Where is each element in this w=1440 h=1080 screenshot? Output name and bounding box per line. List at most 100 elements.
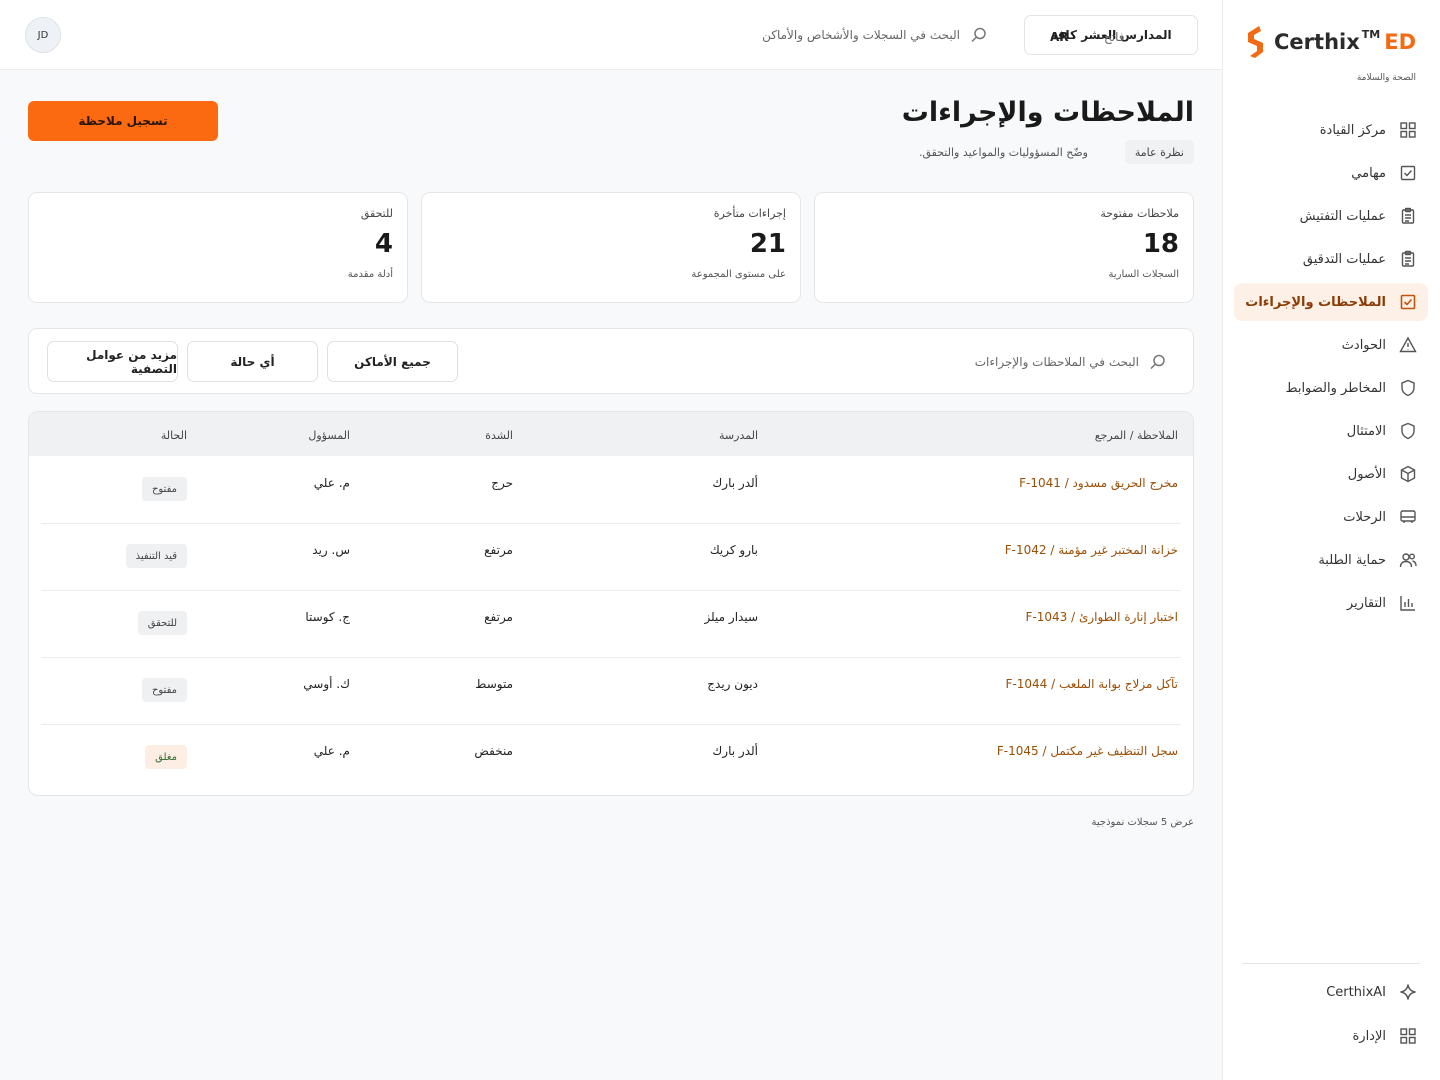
table-row[interactable]: مخرج الحريق مسدود / F-1041 ألدر بارك حرج… bbox=[41, 457, 1181, 524]
sidebar-footer-admin: الإدارة bbox=[1234, 1017, 1428, 1060]
brand-tm: TM bbox=[1361, 27, 1381, 41]
column-header-finding[interactable]: الملاحظة / المرجع bbox=[1095, 429, 1178, 442]
finding-reference-link[interactable]: مخرج الحريق مسدود / F-1041 bbox=[1019, 476, 1178, 490]
sidebar-item-risks-controls[interactable]: المخاطر والضوابط bbox=[1234, 369, 1428, 407]
filter-bar: البحث في الملاحظات والإجراءات جميع الأما… bbox=[28, 328, 1194, 394]
search-icon bbox=[970, 26, 988, 44]
sidebar-item-label: الملاحظات والإجراءات bbox=[1245, 294, 1386, 310]
search-icon bbox=[1149, 353, 1167, 371]
avatar[interactable]: JD bbox=[25, 17, 61, 53]
clipboard-list-icon bbox=[1398, 249, 1418, 269]
sidebar-item-findings-actions[interactable]: الملاحظات والإجراءات bbox=[1234, 283, 1428, 321]
finding-reference-link[interactable]: تآكل مزلاج بوابة الملعب / F-1044 bbox=[1006, 677, 1178, 691]
sidebar-item-admin[interactable]: الإدارة bbox=[1234, 1017, 1428, 1055]
kpi-sub: السجلات السارية bbox=[1108, 269, 1179, 280]
status-badge: مفتوح bbox=[141, 477, 187, 501]
grid-icon bbox=[1398, 120, 1418, 140]
brand-tagline: الصحة والسلامة bbox=[1356, 73, 1416, 83]
table-header: الملاحظة / المرجع المدرسة الشدة المسؤول … bbox=[29, 412, 1193, 456]
kpi-label: إجراءات متأخرة bbox=[713, 207, 786, 220]
cube-icon bbox=[1398, 464, 1418, 484]
table-row[interactable]: تآكل مزلاج بوابة الملعب / F-1044 ديون ري… bbox=[41, 658, 1181, 725]
kpi-value: 21 bbox=[749, 229, 786, 259]
brand-logo[interactable]: Certhix TM ED bbox=[1242, 22, 1416, 62]
sidebar-item-my-tasks[interactable]: مهامي bbox=[1234, 154, 1428, 192]
sidebar-item-compliance[interactable]: الامتثال bbox=[1234, 412, 1428, 450]
kpi-sub: أدلة مقدمة bbox=[347, 269, 393, 280]
table-row[interactable]: خزانة المختبر غير مؤمنة / F-1042 بارو كر… bbox=[41, 524, 1181, 591]
language-toggle[interactable]: AR bbox=[1050, 30, 1069, 44]
table-row[interactable]: اختبار إنارة الطوارئ / F-1043 سيدار ميلز… bbox=[41, 591, 1181, 658]
sidebar-item-safeguarding[interactable]: حماية الطلبة bbox=[1234, 541, 1428, 579]
sidebar-item-label: مركز القيادة bbox=[1319, 122, 1386, 138]
table-row[interactable]: سجل التنظيف غير مكتمل / F-1045 ألدر بارك… bbox=[41, 725, 1181, 792]
finding-reference-link[interactable]: خزانة المختبر غير مؤمنة / F-1042 bbox=[1005, 543, 1178, 557]
top-bar: المدارس العشر كافة البحث في السجلات والأ… bbox=[0, 0, 1222, 70]
page-subtitle: وضّح المسؤوليات والمواعيد والتحقق. bbox=[918, 146, 1088, 159]
page-title: الملاحظات والإجراءات bbox=[901, 97, 1194, 128]
sidebar-divider bbox=[1242, 963, 1420, 964]
school-cell: ألدر بارك bbox=[712, 744, 758, 758]
sidebar-item-label: حماية الطلبة bbox=[1318, 552, 1386, 568]
column-header-severity[interactable]: الشدة bbox=[485, 429, 513, 442]
sidebar-item-command-center[interactable]: مركز القيادة bbox=[1234, 111, 1428, 149]
severity-cell: متوسط bbox=[475, 677, 513, 691]
status-badge: للتحقق bbox=[137, 611, 187, 635]
log-finding-button[interactable]: تسجيل ملاحظة bbox=[28, 101, 218, 141]
sidebar-item-certhixai[interactable]: CerthixAI bbox=[1234, 973, 1428, 1011]
users-icon bbox=[1398, 550, 1418, 570]
bar-chart-icon bbox=[1398, 593, 1418, 613]
status-badge: قيد التنفيذ bbox=[125, 544, 187, 568]
school-cell: سيدار ميلز bbox=[704, 610, 758, 624]
sidebar-item-reports[interactable]: التقارير bbox=[1234, 584, 1428, 622]
sidebar-item-incidents[interactable]: الحوادث bbox=[1234, 326, 1428, 364]
column-header-school[interactable]: المدرسة bbox=[719, 429, 758, 442]
theme-toggle[interactable]: فاتح bbox=[1104, 30, 1124, 44]
records-count-note: عرض 5 سجلات نموذجية bbox=[1091, 817, 1194, 828]
owner-cell: ك. أوسي bbox=[303, 677, 350, 691]
warning-triangle-icon bbox=[1398, 335, 1418, 355]
brand-name: Certhix bbox=[1274, 30, 1360, 54]
sidebar-item-audits[interactable]: عمليات التدقيق bbox=[1234, 240, 1428, 278]
sparkle-icon bbox=[1398, 982, 1418, 1002]
status-badge: مغلق bbox=[145, 745, 187, 769]
kpi-label: ملاحظات مفتوحة bbox=[1100, 207, 1179, 220]
main-content: الملاحظات والإجراءات نظرة عامة وضّح المس… bbox=[0, 70, 1222, 1080]
finding-reference-link[interactable]: سجل التنظيف غير مكتمل / F-1045 bbox=[997, 744, 1178, 758]
sidebar-item-inspections[interactable]: عمليات التفتيش bbox=[1234, 197, 1428, 235]
owner-cell: م. علي bbox=[313, 476, 350, 490]
finding-reference-link[interactable]: اختبار إنارة الطوارئ / F-1043 bbox=[1026, 610, 1179, 624]
owner-cell: س. ريد bbox=[312, 543, 350, 557]
kpi-value: 4 bbox=[374, 229, 393, 259]
shield-icon bbox=[1398, 378, 1418, 398]
kpi-card-open-findings: ملاحظات مفتوحة 18 السجلات السارية bbox=[814, 192, 1194, 303]
more-filters-button[interactable]: مزيد من عوامل التصفية bbox=[47, 341, 178, 382]
shield-outline-icon bbox=[1398, 421, 1418, 441]
findings-table: الملاحظة / المرجع المدرسة الشدة المسؤول … bbox=[28, 411, 1194, 796]
overview-chip[interactable]: نظرة عامة bbox=[1124, 140, 1194, 164]
sidebar-item-label: الإدارة bbox=[1352, 1028, 1386, 1044]
sidebar-item-label: مهامي bbox=[1351, 165, 1386, 181]
status-filter[interactable]: أي حالة bbox=[187, 341, 318, 382]
sidebar-item-trips[interactable]: الرحلات bbox=[1234, 498, 1428, 536]
findings-search-input[interactable]: البحث في الملاحظات والإجراءات bbox=[975, 353, 1167, 371]
bus-icon bbox=[1398, 507, 1418, 527]
school-cell: بارو كريك bbox=[709, 543, 758, 557]
school-cell: ألدر بارك bbox=[712, 476, 758, 490]
grid-icon bbox=[1398, 1026, 1418, 1046]
global-search-placeholder: البحث في السجلات والأشخاص والأماكن bbox=[762, 28, 960, 42]
owner-cell: ج. كوستا bbox=[305, 610, 350, 624]
column-header-status[interactable]: الحالة bbox=[161, 429, 187, 442]
kpi-card-to-verify: للتحقق 4 أدلة مقدمة bbox=[28, 192, 408, 303]
severity-cell: منخفض bbox=[474, 744, 513, 758]
school-cell: ديون ريدج bbox=[707, 677, 758, 691]
findings-search-placeholder: البحث في الملاحظات والإجراءات bbox=[974, 355, 1139, 369]
brand-suffix: ED bbox=[1384, 30, 1416, 54]
sidebar-item-label: التقارير bbox=[1346, 595, 1386, 611]
kpi-card-overdue-actions: إجراءات متأخرة 21 على مستوى المجموعة bbox=[421, 192, 801, 303]
severity-cell: مرتفع bbox=[484, 543, 513, 557]
column-header-owner[interactable]: المسؤول bbox=[308, 429, 350, 442]
locations-filter[interactable]: جميع الأماكن bbox=[327, 341, 458, 382]
global-search[interactable]: البحث في السجلات والأشخاص والأماكن bbox=[762, 26, 988, 44]
sidebar-item-assets[interactable]: الأصول bbox=[1234, 455, 1428, 493]
